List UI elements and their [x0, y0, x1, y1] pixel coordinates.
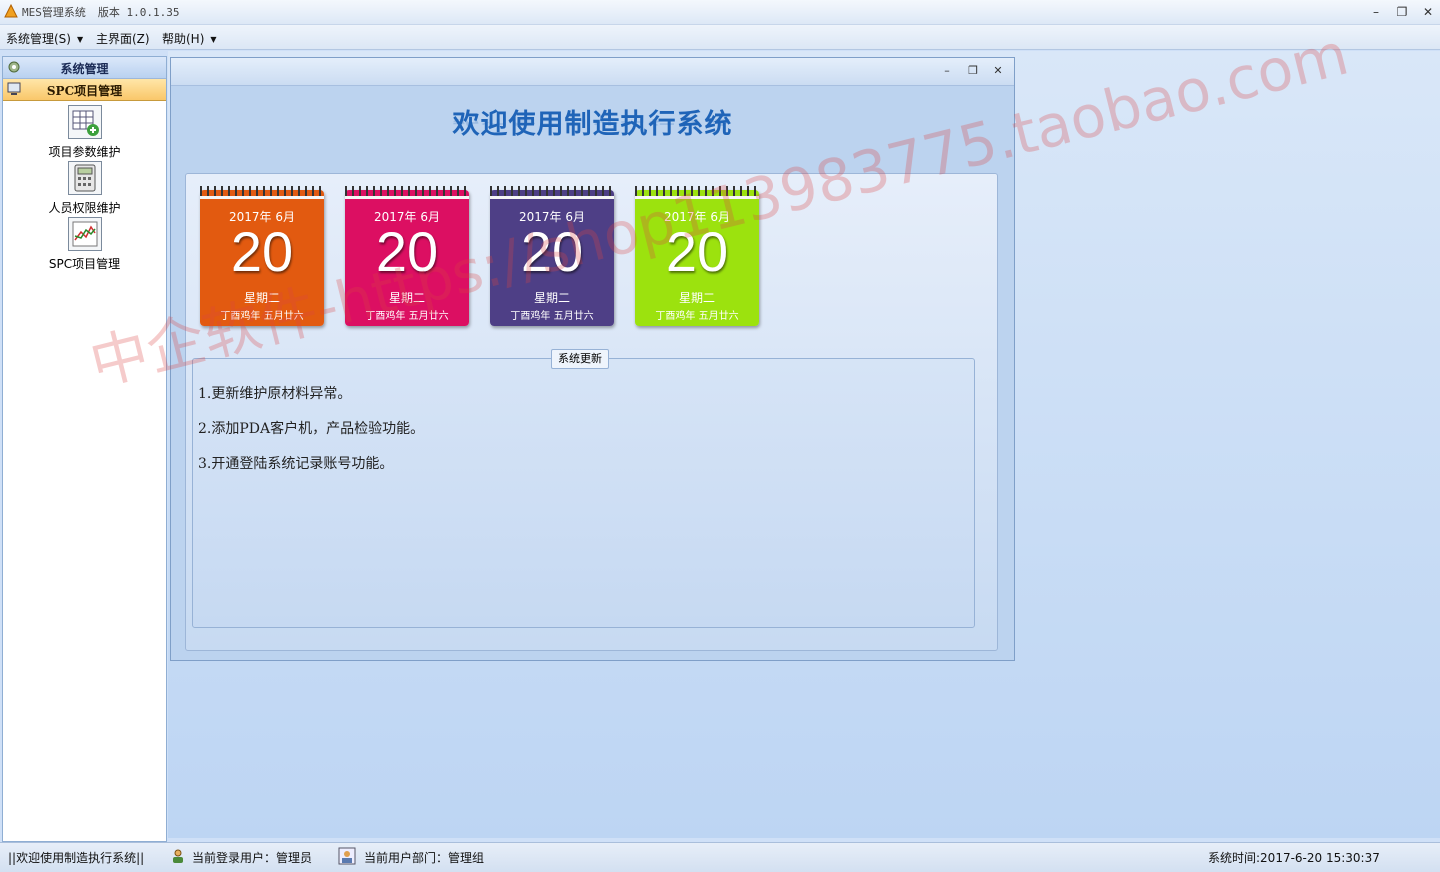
menu-bar: 系统管理(S) ▼ 主界面(Z) 帮助(H) ▼ — [0, 25, 1440, 50]
menu-main[interactable]: 主界面(Z) — [96, 30, 150, 47]
calendar-card-green: 2017年 6月 20 星期二 丁酉鸡年 五月廿六 — [635, 186, 759, 326]
update-list: 1.更新维护原材料异常。 2.添加PDA客户机，产品检验功能。 3.开通登陆系统… — [198, 383, 424, 488]
calendar-card-purple: 2017年 6月 20 星期二 丁酉鸡年 五月廿六 — [490, 186, 614, 326]
sidebar: 系统管理 SPC项目管理 项目参数维护 人员权限维护 SPC项目管理 — [2, 56, 167, 842]
dropdown-arrow-icon: ▼ — [210, 35, 217, 44]
close-icon[interactable]: ✕ — [1420, 4, 1436, 20]
user-icon — [173, 849, 183, 863]
sidebar-item-spc-project[interactable]: SPC项目管理 — [3, 217, 166, 272]
update-line: 1.更新维护原材料异常。 — [198, 386, 352, 402]
restore-icon[interactable]: ❐ — [1394, 4, 1410, 20]
sidebar-item-permissions[interactable]: 人员权限维护 — [3, 161, 166, 216]
calendar-card-orange: 2017年 6月 20 星期二 丁酉鸡年 五月廿六 — [200, 186, 324, 326]
chart-icon — [67, 217, 102, 251]
status-system-time: 系统时间:2017-6-20 15:30:37 — [1208, 851, 1380, 865]
sidebar-section-spc[interactable]: SPC项目管理 — [3, 79, 166, 101]
welcome-title-reflection: 欢迎使用制造执行系统 — [171, 119, 1014, 130]
title-bar: MES管理系统 版本 1.0.1.35 – ❐ ✕ — [0, 0, 1440, 25]
close-icon[interactable]: ✕ — [990, 64, 1006, 78]
status-current-user: 当前登录用户：管理员 — [192, 851, 313, 865]
menu-help[interactable]: 帮助(H) ▼ — [162, 30, 217, 47]
welcome-window: – ❐ ✕ 欢迎使用制造执行系统 欢迎使用制造执行系统 2017年 6月 20 … — [170, 57, 1015, 661]
minimize-icon[interactable]: – — [939, 64, 955, 78]
update-line: 3.开通登陆系统记录账号功能。 — [198, 456, 394, 472]
system-updates-group: 系统更新 1.更新维护原材料异常。 2.添加PDA客户机，产品检验功能。 3.开… — [192, 349, 975, 628]
app-title: MES管理系统 — [22, 6, 86, 19]
menu-system[interactable]: 系统管理(S) ▼ — [6, 30, 83, 47]
status-department: 当前用户部门：管理组 — [364, 851, 485, 865]
status-bar: ||欢迎使用制造执行系统|| 当前登录用户：管理员 当前用户部门：管理组 系统时… — [0, 842, 1440, 872]
sidebar-item-project-params[interactable]: 项目参数维护 — [3, 105, 166, 160]
sidebar-section-label: SPC项目管理 — [46, 84, 123, 98]
restore-icon[interactable]: ❐ — [965, 64, 981, 78]
calculator-icon — [67, 161, 102, 195]
minimize-icon[interactable]: – — [1368, 4, 1384, 20]
department-icon — [338, 847, 356, 865]
table-add-icon — [67, 105, 102, 139]
update-line: 2.添加PDA客户机，产品检验功能。 — [198, 421, 425, 437]
sidebar-section-label: 系统管理 — [60, 62, 109, 76]
sidebar-section-system[interactable]: 系统管理 — [3, 57, 166, 79]
app-logo-icon — [4, 4, 18, 18]
dropdown-arrow-icon: ▼ — [76, 35, 84, 44]
main-panel: 2017年 6月 20 星期二 丁酉鸡年 五月廿六 2017年 6月 20 星期… — [185, 173, 998, 651]
status-welcome: ||欢迎使用制造执行系统|| — [8, 851, 145, 865]
system-updates-title: 系统更新 — [551, 349, 609, 369]
calendar-card-pink: 2017年 6月 20 星期二 丁酉鸡年 五月廿六 — [345, 186, 469, 326]
app-version: 版本 1.0.1.35 — [97, 6, 180, 19]
child-window-caption: – ❐ ✕ — [171, 58, 1014, 86]
